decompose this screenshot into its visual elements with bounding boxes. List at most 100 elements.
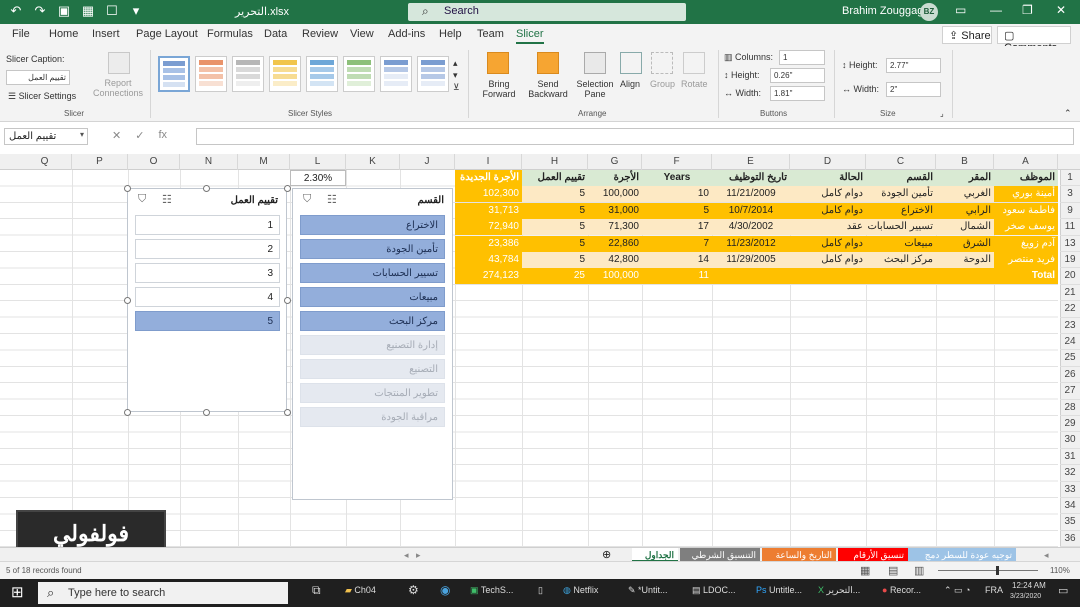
name-box[interactable]: تقييم العمل ▾ bbox=[4, 128, 88, 145]
gallery-scroll-down-icon[interactable]: ▾ bbox=[453, 70, 458, 81]
tab-page-layout[interactable]: Page Layout bbox=[136, 28, 198, 40]
search-box[interactable]: ⌕ Search bbox=[408, 3, 686, 21]
table-header-cell[interactable]: الأجرة الجديدة bbox=[455, 170, 522, 186]
total-row-cell[interactable] bbox=[866, 268, 936, 285]
formula-input[interactable] bbox=[196, 128, 1074, 145]
notifications-icon[interactable]: ▭ bbox=[1058, 584, 1068, 597]
send-backward-button[interactable]: Send Backward bbox=[525, 79, 571, 99]
tab-review[interactable]: Review bbox=[302, 28, 338, 40]
clock-date[interactable]: 3/23/2020 bbox=[1010, 593, 1041, 600]
table-cell[interactable]: تأمين الجودة bbox=[866, 186, 936, 203]
redo-icon[interactable]: ↷ bbox=[32, 3, 48, 19]
resize-handle[interactable] bbox=[284, 297, 291, 304]
column-header[interactable]: L bbox=[290, 154, 346, 170]
undo-icon[interactable]: ↶ bbox=[8, 3, 24, 19]
table-cell[interactable]: يوسف صخر bbox=[994, 219, 1058, 236]
slicer-department-item[interactable]: تسيير الحسابات bbox=[300, 263, 445, 283]
restore-icon[interactable]: ❐ bbox=[1022, 3, 1033, 17]
table-cell[interactable]: 11/21/2009 bbox=[712, 186, 790, 203]
total-row-cell[interactable] bbox=[712, 268, 790, 285]
table-cell[interactable]: مبيعات bbox=[866, 235, 936, 252]
tab-formulas[interactable]: Formulas bbox=[207, 28, 253, 40]
sheet-tab[interactable]: تنسيق الأرقام bbox=[838, 548, 908, 562]
tab-home[interactable]: Home bbox=[49, 28, 78, 40]
table-cell[interactable]: 11/29/2005 bbox=[712, 252, 790, 268]
save-icon[interactable]: ▣ bbox=[56, 3, 72, 19]
gallery-scroll-up-icon[interactable]: ▴ bbox=[453, 58, 458, 69]
slicer-rating-item[interactable]: 4 bbox=[135, 287, 280, 307]
table-cell[interactable]: 31,713 bbox=[455, 202, 522, 219]
slicer-style-3[interactable] bbox=[232, 56, 264, 92]
table-header-cell[interactable]: المقر bbox=[936, 170, 994, 186]
tab-file[interactable]: File bbox=[12, 28, 30, 40]
total-row-cell[interactable]: 274,123 bbox=[455, 268, 522, 285]
column-header[interactable]: O bbox=[128, 154, 180, 170]
table-cell[interactable]: عقد bbox=[790, 219, 866, 236]
settings-gear-icon[interactable]: ⚙ bbox=[408, 583, 419, 597]
table-cell[interactable]: 5 bbox=[522, 235, 588, 252]
input-language[interactable]: FRA bbox=[985, 585, 1003, 595]
row-header[interactable]: 24 bbox=[1060, 334, 1080, 351]
minimize-icon[interactable]: — bbox=[990, 3, 1002, 17]
total-row-cell[interactable]: 25 bbox=[522, 268, 588, 285]
column-header[interactable]: H bbox=[522, 154, 588, 170]
table-cell[interactable]: 7 bbox=[642, 235, 712, 252]
table-cell[interactable]: 31,000 bbox=[588, 202, 642, 219]
slicer-settings-button[interactable]: ☰ Slicer Settings bbox=[8, 91, 76, 102]
zoom-level[interactable]: 110% bbox=[1050, 566, 1070, 575]
system-tray-icons[interactable]: ⌃ ▭ ◔ bbox=[944, 585, 970, 596]
check-icon[interactable]: ✓ bbox=[135, 129, 144, 142]
slicer-style-6[interactable] bbox=[343, 56, 375, 92]
table-cell[interactable]: 10 bbox=[642, 186, 712, 203]
table-cell[interactable]: 102,300 bbox=[455, 186, 522, 203]
table-header-cell[interactable]: الأجرة bbox=[588, 170, 642, 186]
row-header[interactable]: 35 bbox=[1060, 514, 1080, 531]
resize-handle[interactable] bbox=[203, 185, 210, 192]
table-cell[interactable]: دوام كامل bbox=[790, 252, 866, 268]
table-cell[interactable]: آدم زويغ bbox=[994, 235, 1058, 252]
table-header-cell[interactable]: الموظف bbox=[994, 170, 1058, 186]
slicer-style-5[interactable] bbox=[306, 56, 338, 92]
user-name[interactable]: Brahim Zouggagh bbox=[842, 5, 929, 17]
column-header[interactable]: Q bbox=[18, 154, 72, 170]
clear-filter-icon[interactable]: ⛉ bbox=[303, 193, 311, 206]
slicer-department-item[interactable]: التصنيع bbox=[300, 359, 445, 379]
table-cell[interactable]: دوام كامل bbox=[790, 186, 866, 203]
slicer-department-item[interactable]: مراقبة الجودة bbox=[300, 407, 445, 427]
table-cell[interactable]: الشرق bbox=[936, 235, 994, 252]
clear-filter-icon[interactable]: ⛉ bbox=[138, 193, 146, 206]
button-width-input[interactable]: 1.81" bbox=[770, 86, 825, 101]
slicer-department-item[interactable]: تطوير المنتجات bbox=[300, 383, 445, 403]
row-header[interactable]: 29 bbox=[1060, 416, 1080, 433]
table-cell[interactable]: فريد منتصر bbox=[994, 252, 1058, 268]
table-cell[interactable]: أمينة بوري bbox=[994, 186, 1058, 203]
task-view-icon[interactable]: ⧉ bbox=[312, 583, 321, 598]
slicer-department-item[interactable]: تأمين الجودة bbox=[300, 239, 445, 259]
row-header[interactable]: 22 bbox=[1060, 301, 1080, 318]
taskbar-item-ldoc[interactable]: ▤ LDOC... bbox=[692, 585, 736, 596]
slicer-style-7[interactable] bbox=[380, 56, 412, 92]
table-cell[interactable]: 22,860 bbox=[588, 235, 642, 252]
column-header[interactable]: B bbox=[936, 154, 994, 170]
table-cell[interactable]: 5 bbox=[522, 219, 588, 236]
tab-add-ins[interactable]: Add-ins bbox=[388, 28, 425, 40]
slicer-rating-item[interactable]: 1 bbox=[135, 215, 280, 235]
taskbar-item-photoshop[interactable]: Ps Untitle... bbox=[756, 585, 802, 595]
table-cell[interactable]: 72,940 bbox=[455, 219, 522, 236]
taskbar-search-box[interactable]: ⌕ Type here to search bbox=[38, 582, 288, 604]
align-button[interactable]: Align bbox=[620, 79, 640, 89]
sheet-more-icon[interactable]: ◂ bbox=[1040, 548, 1053, 562]
qat-dropdown-icon[interactable]: ▾ bbox=[128, 3, 144, 19]
size-dialog-launcher-icon[interactable]: ⌟ bbox=[940, 109, 944, 118]
resize-handle[interactable] bbox=[124, 409, 131, 416]
slicer-style-8[interactable] bbox=[417, 56, 449, 92]
table-cell[interactable]: الاختراع bbox=[866, 202, 936, 219]
table-cell[interactable]: 100,000 bbox=[588, 186, 642, 203]
zoom-slider[interactable] bbox=[938, 570, 1038, 571]
table-header-cell[interactable]: تاريخ التوظيف bbox=[712, 170, 790, 186]
sheet-scroll-left-icon[interactable]: ◂ bbox=[400, 548, 413, 562]
tab-view[interactable]: View bbox=[350, 28, 374, 40]
columns-input[interactable]: 1 bbox=[779, 50, 825, 65]
gallery-more-icon[interactable]: ⊻ bbox=[453, 82, 460, 93]
column-header[interactable]: I bbox=[455, 154, 522, 170]
